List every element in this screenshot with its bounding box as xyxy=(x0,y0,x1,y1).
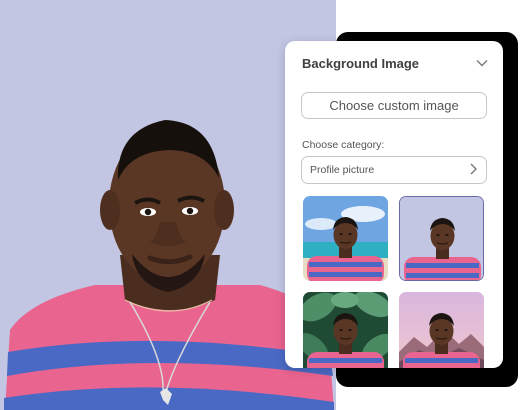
thumbnail-tropical-leaves[interactable] xyxy=(303,292,388,368)
panel-title: Background Image xyxy=(302,55,420,71)
category-value: Profile picture xyxy=(310,164,375,176)
thumbnail-plain-lavender[interactable] xyxy=(399,196,484,281)
choose-custom-image-button[interactable]: Choose custom image xyxy=(301,92,487,119)
chevron-right-icon xyxy=(468,162,478,179)
category-select[interactable]: Profile picture xyxy=(301,156,487,184)
thumbnail-mountains-sunset[interactable] xyxy=(399,292,484,368)
background-image-panel: Background Image Choose custom image Cho… xyxy=(285,41,503,368)
category-label: Choose category: xyxy=(302,139,385,151)
panel-header[interactable]: Background Image xyxy=(302,53,489,73)
thumbnail-beach[interactable] xyxy=(303,196,388,281)
chevron-down-icon[interactable] xyxy=(475,56,489,70)
